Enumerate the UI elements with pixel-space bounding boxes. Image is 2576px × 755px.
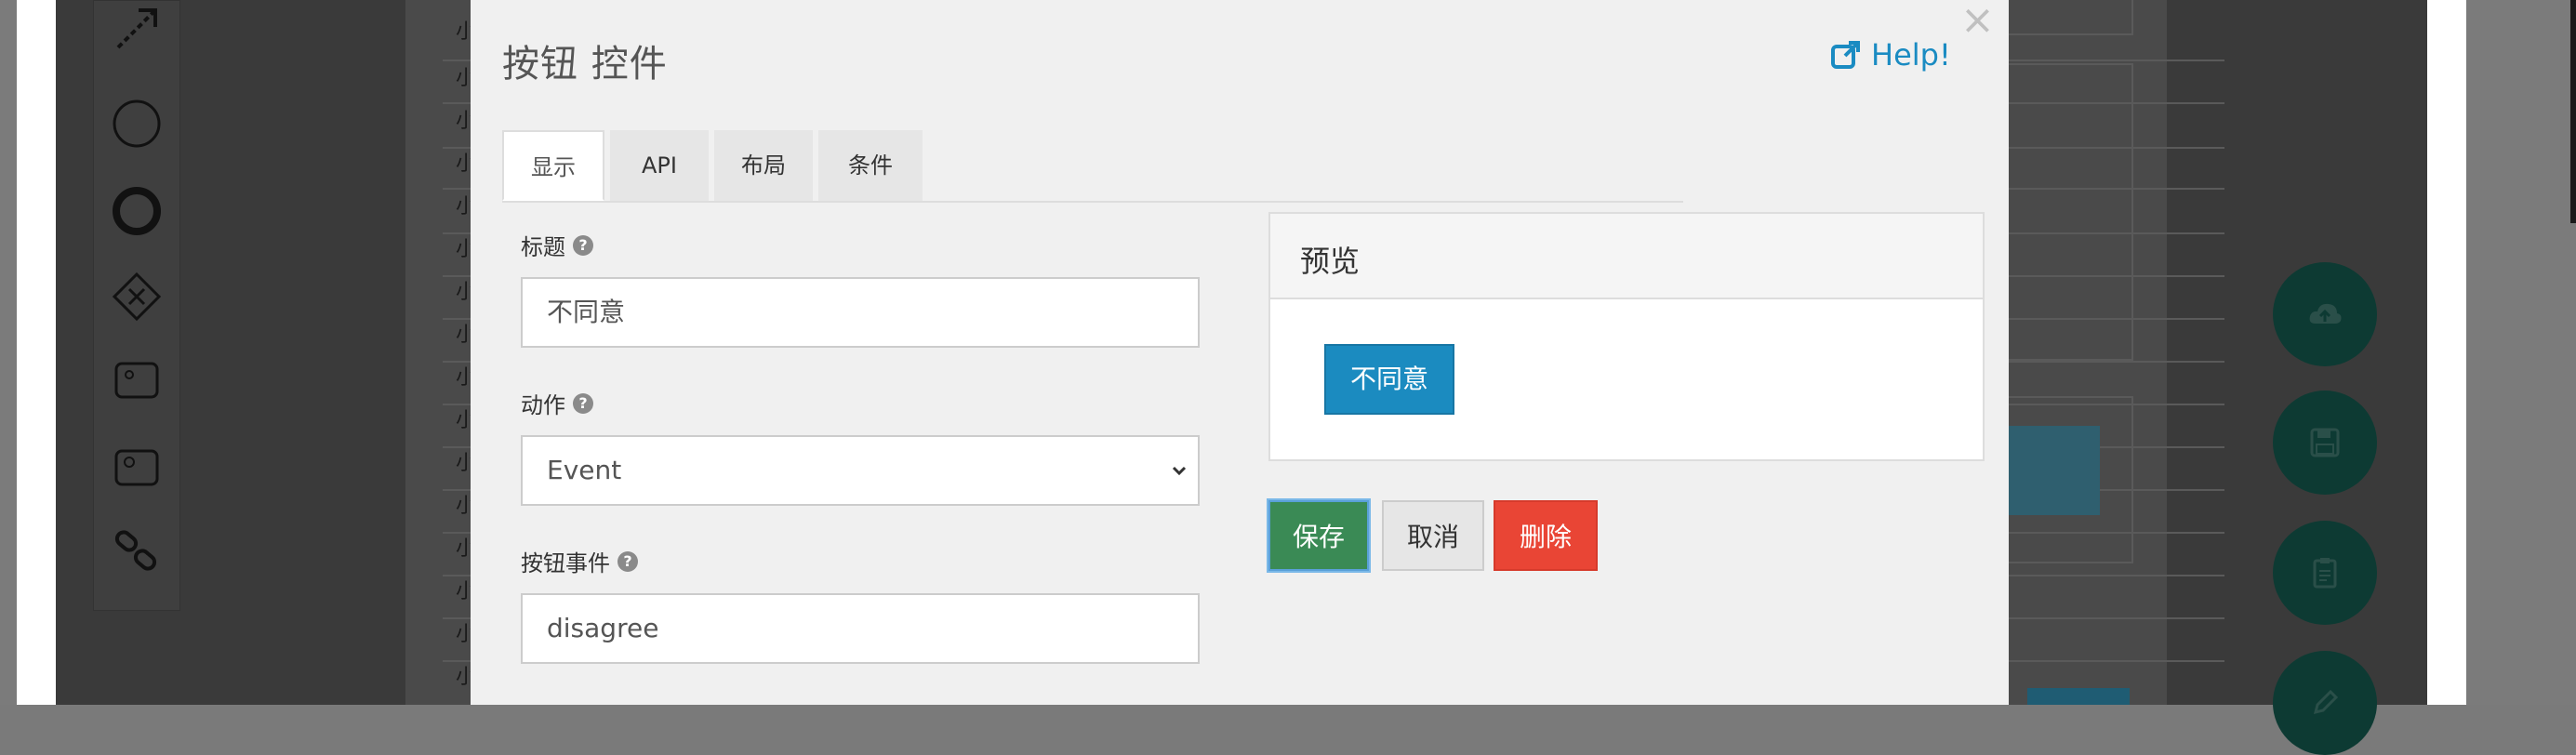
save-icon xyxy=(2310,428,2340,457)
question-circle-icon[interactable]: ? xyxy=(573,392,593,414)
tab-api[interactable]: API xyxy=(610,130,709,201)
user-task-icon[interactable] xyxy=(111,354,163,406)
question-circle-icon[interactable]: ? xyxy=(617,550,638,572)
right-frame xyxy=(2466,0,2576,705)
action-label-text: 动作 xyxy=(521,392,565,418)
bg-button xyxy=(1999,426,2100,515)
cancel-button[interactable]: 取消 xyxy=(1382,500,1484,571)
action-select-value: Event xyxy=(547,455,622,485)
chevron-down-icon xyxy=(1172,466,1187,476)
clipboard-icon xyxy=(2313,558,2337,589)
edit-icon xyxy=(2313,689,2339,715)
bg-panel xyxy=(1999,63,2133,361)
help-link[interactable]: Help! xyxy=(1830,37,1951,73)
delete-button[interactable]: 删除 xyxy=(1494,500,1598,571)
end-event-icon[interactable] xyxy=(111,185,163,237)
tool-palette xyxy=(93,0,180,611)
tab-conditions[interactable]: 条件 xyxy=(818,130,923,201)
gateway-icon[interactable] xyxy=(111,271,163,323)
edit-fab[interactable] xyxy=(2273,651,2377,755)
link-icon[interactable] xyxy=(111,525,163,577)
close-icon[interactable]: × xyxy=(1960,0,1995,41)
preview-header: 预览 xyxy=(1270,214,1983,299)
service-task-icon[interactable] xyxy=(111,442,163,494)
button-component-dialog: 按钮 控件 × Help! 显示 API 布局 条件 标题 ? 不同意 动作 ?… xyxy=(471,0,2009,705)
title-input[interactable]: 不同意 xyxy=(521,277,1200,348)
right-white-border xyxy=(2427,0,2466,705)
right-edge-line xyxy=(2570,0,2576,223)
button-event-input[interactable]: disagree xyxy=(521,593,1200,664)
tab-display[interactable]: 显示 xyxy=(502,130,604,201)
action-field-label: 动作 ? xyxy=(521,387,593,419)
start-event-icon[interactable] xyxy=(111,98,163,150)
preview-title: 预览 xyxy=(1300,244,1361,279)
left-white-border xyxy=(17,0,56,705)
tab-bar: 显示 API 布局 条件 xyxy=(502,130,1683,203)
event-label-text: 按钮事件 xyxy=(521,550,610,576)
bg-textarea xyxy=(1999,0,2133,35)
save-button[interactable]: 保存 xyxy=(1268,500,1369,571)
tab-layout[interactable]: 布局 xyxy=(714,130,813,201)
question-circle-icon[interactable]: ? xyxy=(573,234,593,256)
title-field-label: 标题 ? xyxy=(521,229,593,261)
preview-panel: 预览 不同意 xyxy=(1268,212,1985,461)
preview-button[interactable]: 不同意 xyxy=(1324,344,1454,415)
event-field-label: 按钮事件 ? xyxy=(521,545,638,577)
title-label-text: 标题 xyxy=(521,234,565,260)
dialog-title: 按钮 控件 xyxy=(502,43,668,86)
clipboard-fab[interactable] xyxy=(2273,521,2377,625)
external-link-icon xyxy=(1831,41,1860,69)
help-label: Help! xyxy=(1871,37,1951,73)
connect-arrow-icon[interactable] xyxy=(111,1,163,53)
action-select[interactable]: Event xyxy=(521,435,1200,506)
save-fab[interactable] xyxy=(2273,391,2377,495)
cloud-upload-icon xyxy=(2309,303,2342,324)
upload-fab[interactable] xyxy=(2273,262,2377,366)
bg-button xyxy=(2027,688,2130,705)
